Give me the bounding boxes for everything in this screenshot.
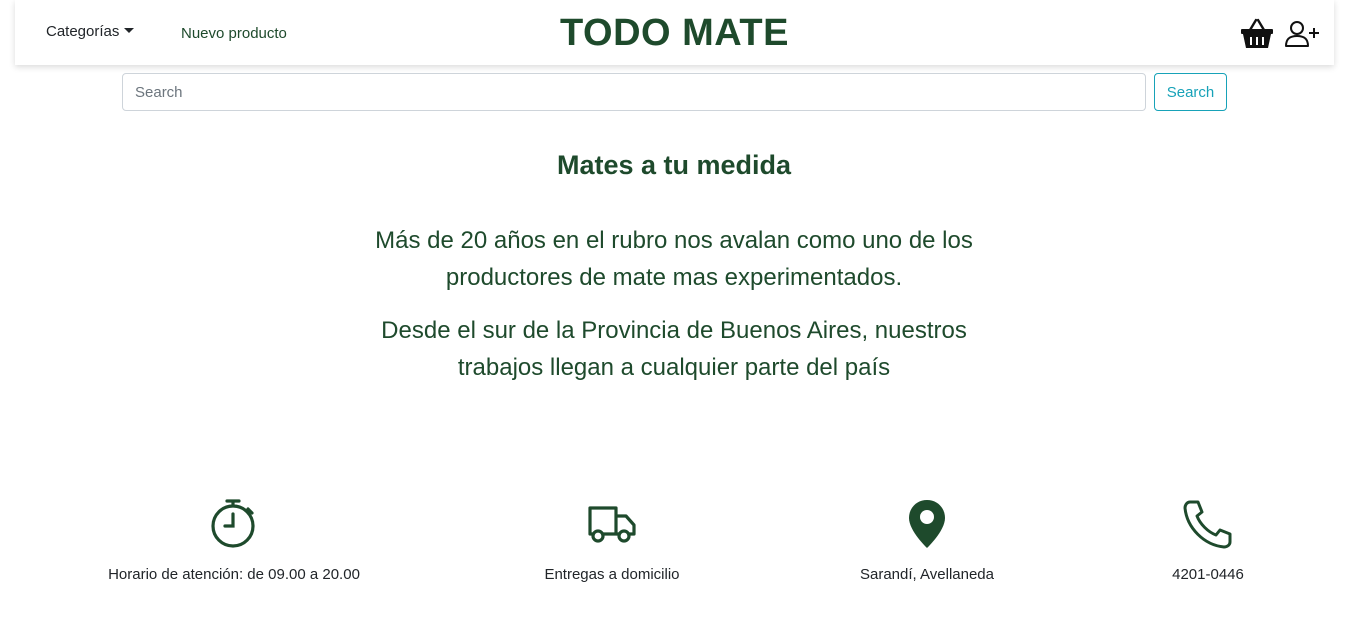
user-plus-icon bbox=[1285, 21, 1319, 47]
feature-delivery: Entregas a domicilio bbox=[462, 498, 762, 583]
cart-button[interactable] bbox=[1240, 18, 1274, 50]
hero-paragraph-shipping: Desde el sur de la Provincia de Buenos A… bbox=[381, 317, 967, 381]
location-pin-icon bbox=[909, 500, 945, 548]
add-user-button[interactable] bbox=[1285, 20, 1321, 48]
categorias-label: Categorías bbox=[46, 23, 120, 40]
top-navbar: Categorías Nuevo producto TODO MATE bbox=[15, 0, 1334, 65]
caret-down-icon bbox=[124, 28, 135, 33]
stopwatch-icon bbox=[211, 499, 255, 548]
feature-hours-label: Horario de atención: de 09.00 a 20.00 bbox=[108, 566, 360, 583]
phone-icon bbox=[1183, 500, 1232, 549]
feature-delivery-label: Entregas a domicilio bbox=[544, 566, 680, 583]
basket-icon bbox=[1241, 18, 1273, 48]
feature-hours: Horario de atención: de 09.00 a 20.00 bbox=[84, 498, 384, 583]
feature-phone-label: 4201-0446 bbox=[1172, 566, 1244, 583]
feature-location-label: Sarandí, Avellaneda bbox=[860, 566, 994, 583]
search-button[interactable]: Search bbox=[1154, 73, 1227, 111]
hero-paragraph-experience: Más de 20 años en el rubro nos avalan co… bbox=[375, 227, 973, 291]
hero-title: Mates a tu medida bbox=[556, 150, 792, 180]
search-input[interactable] bbox=[122, 73, 1146, 111]
feature-phone: 4201-0446 bbox=[1058, 498, 1348, 583]
brand-title[interactable]: TODO MATE bbox=[560, 12, 789, 54]
truck-icon bbox=[588, 506, 636, 543]
nuevo-producto-link[interactable]: Nuevo producto bbox=[181, 25, 287, 42]
categorias-dropdown[interactable]: Categorías bbox=[46, 23, 135, 40]
feature-location: Sarandí, Avellaneda bbox=[777, 498, 1077, 583]
